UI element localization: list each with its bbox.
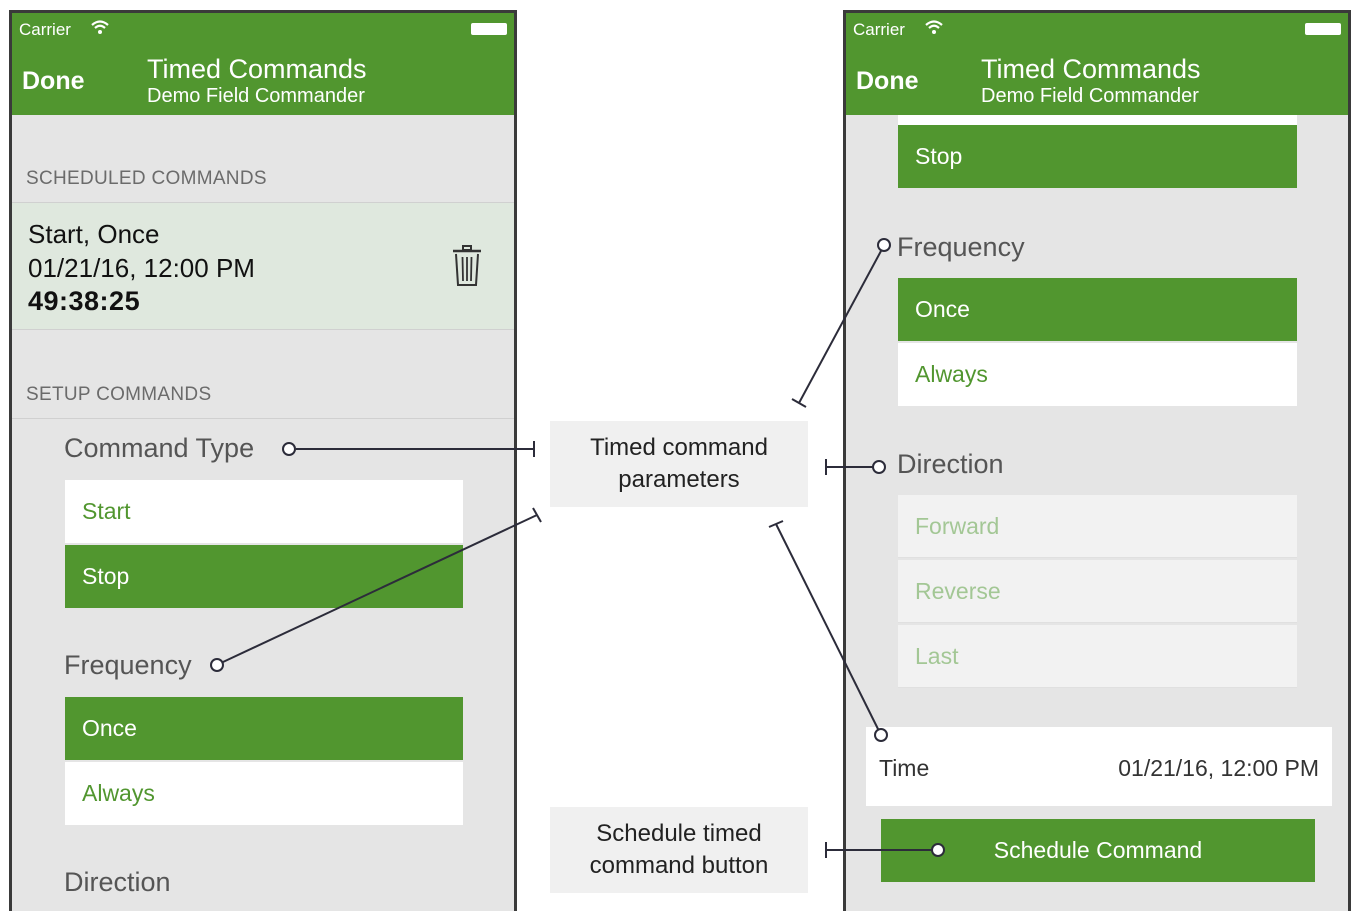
time-value: 01/21/16, 12:00 PM: [1118, 755, 1319, 781]
carrier-label: Carrier: [853, 20, 905, 39]
nav-subtitle: Demo Field Commander: [147, 85, 365, 107]
scheduled-command-summary: Start, Once: [28, 219, 160, 249]
scheduled-command-datetime: 01/21/16, 12:00 PM: [28, 253, 255, 283]
done-button[interactable]: Done: [22, 67, 85, 96]
schedule-command-button[interactable]: Schedule Command: [881, 819, 1315, 882]
phone-screen-left: Carrier Done Timed Commands Demo Field C…: [9, 10, 517, 911]
direction-option-reverse[interactable]: Reverse: [898, 560, 1297, 623]
status-bar: Carrier: [12, 13, 514, 43]
frequency-option-once[interactable]: Once: [898, 278, 1297, 341]
partial-option-row: [898, 115, 1297, 125]
frequency-option-always[interactable]: Always: [898, 343, 1297, 406]
battery-icon: [1305, 23, 1341, 35]
command-type-option-start[interactable]: Start: [65, 480, 463, 543]
divider: [12, 329, 514, 330]
direction-label: Direction: [64, 867, 171, 897]
frequency-label: Frequency: [64, 650, 192, 680]
battery-icon: [471, 23, 507, 35]
setup-commands-header: SETUP COMMANDS: [26, 384, 212, 405]
callout-parameters-line2: parameters: [618, 466, 740, 493]
nav-title: Timed Commands: [981, 54, 1201, 84]
scheduled-command-row[interactable]: Start, Once 01/21/16, 12:00 PM 49:38:25: [12, 203, 514, 329]
frequency-option-once[interactable]: Once: [65, 697, 463, 760]
navigation-bar: Done Timed Commands Demo Field Commander: [12, 43, 514, 115]
nav-subtitle: Demo Field Commander: [981, 85, 1199, 107]
wifi-icon: [924, 19, 944, 40]
direction-option-forward[interactable]: Forward: [898, 495, 1297, 558]
nav-title: Timed Commands: [147, 54, 367, 84]
time-label: Time: [879, 755, 930, 781]
callout-button-line1: Schedule timed: [596, 820, 762, 847]
command-type-label: Command Type: [64, 433, 255, 463]
direction-option-last[interactable]: Last: [898, 625, 1297, 688]
time-picker-row[interactable]: Time 01/21/16, 12:00 PM: [866, 727, 1332, 806]
callout-schedule-button: Schedule timed command button: [550, 807, 808, 893]
done-button[interactable]: Done: [856, 67, 919, 96]
scheduled-commands-header: SCHEDULED COMMANDS: [26, 168, 267, 189]
callout-parameters: Timed command parameters: [550, 421, 808, 507]
callout-button-line2: command button: [589, 852, 769, 879]
phone-screen-right: Stop Carrier Done Timed Commands Demo Fi…: [843, 10, 1351, 911]
trash-icon[interactable]: [452, 245, 482, 292]
command-type-option-stop[interactable]: Stop: [65, 545, 463, 608]
direction-label: Direction: [897, 449, 1004, 479]
carrier-label: Carrier: [19, 20, 71, 39]
navigation-bar: Done Timed Commands Demo Field Commander: [846, 43, 1348, 115]
divider: [12, 418, 514, 419]
wifi-icon: [90, 19, 110, 40]
command-type-option-stop[interactable]: Stop: [898, 125, 1297, 188]
frequency-label: Frequency: [897, 232, 1025, 262]
status-bar: Carrier: [846, 13, 1348, 43]
scheduled-command-countdown: 49:38:25: [28, 286, 141, 316]
callout-parameters-line1: Timed command: [590, 434, 768, 461]
frequency-option-always[interactable]: Always: [65, 762, 463, 825]
